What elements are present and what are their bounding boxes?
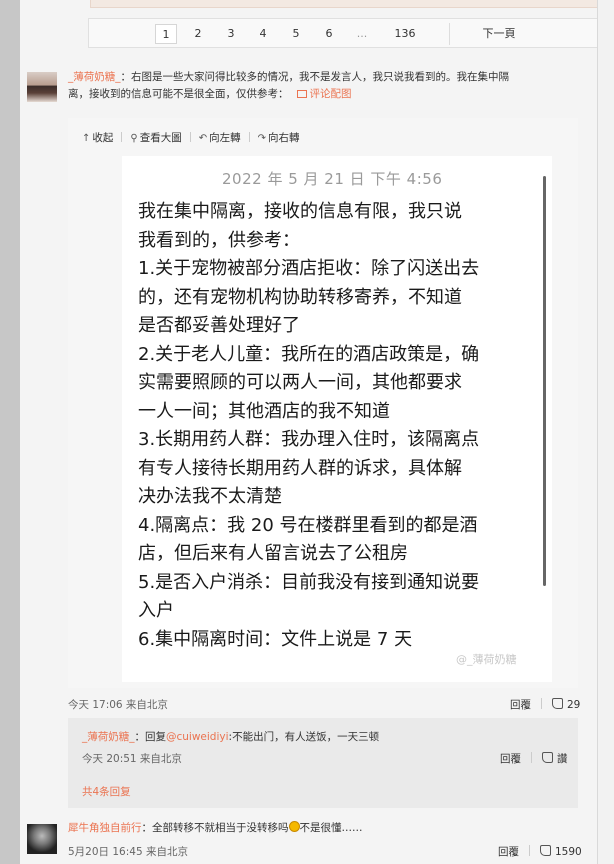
reply-button[interactable]: 回覆 bbox=[510, 699, 531, 711]
comment-body-line1: ：右图是一些大家问得比较多的情况，我不是发言人，我只说我看到的。我在集中隔 bbox=[120, 71, 510, 83]
comment-username[interactable]: _薄荷奶糖_ bbox=[68, 71, 121, 83]
reply-reply-button[interactable]: 回覆 bbox=[500, 753, 521, 765]
message-line: 实需要照顾的可以两人一间，其他都要求 bbox=[138, 372, 462, 393]
comment-body: ：全部转移不就相当于没转移吗 bbox=[141, 822, 289, 834]
message-line: 的，还有宠物机构协助转移寄养，不知道 bbox=[138, 286, 462, 308]
message-line: 我在集中隔离，接收的信息有限，我只说 bbox=[138, 201, 462, 222]
comment-body-line2: 离，接收到的信息可能不是很全面，仅供参考： bbox=[68, 88, 289, 100]
message-line: 2.关于老人儿童：我所在的酒店政策是，确 bbox=[138, 343, 480, 365]
comment-image[interactable]: 2022 年 5 月 21 日 下午 4:56 我在集中隔离，接收的信息有限，我… bbox=[122, 156, 552, 682]
view-large-label: 查看大圖 bbox=[139, 132, 182, 144]
comment-text: _薄荷奶糖_：右图是一些大家问得比较多的情况，我不是发言人，我只说我看到的。我在… bbox=[68, 69, 568, 103]
like-count[interactable]: 1590 bbox=[555, 846, 582, 858]
reply-item: _薄荷奶糖_：回复@cuiweidiyi:不能出门，有人送饭，一天三顿 bbox=[82, 729, 379, 744]
thumbs-up-icon[interactable] bbox=[540, 845, 551, 856]
screenshot-message: 我在集中隔离，接收的信息有限，我只说 我看到的，供参考： 1.关于宠物被部分酒店… bbox=[138, 198, 538, 654]
pagination: 1 2 3 4 5 6 ... 136 下一頁 bbox=[88, 18, 597, 48]
comment-actions: 回覆 1590 bbox=[498, 844, 582, 859]
toolbar-divider bbox=[189, 132, 191, 142]
upside-down-face-emoji-icon bbox=[288, 821, 300, 832]
message-line: 店，但后来有人留言说去了公租房 bbox=[138, 543, 408, 564]
rotate-right-label: 向右轉 bbox=[268, 132, 300, 144]
page-5-link[interactable]: 5 bbox=[286, 24, 306, 44]
toolbar-divider bbox=[248, 132, 250, 142]
rotate-left-icon: ↶ bbox=[198, 133, 208, 144]
reply-meta: 今天 20:51 来自北京 bbox=[82, 753, 182, 765]
collapse-button[interactable]: ↑ 收起 bbox=[82, 130, 113, 145]
top-strip bbox=[90, 0, 597, 8]
message-line: 入户 bbox=[138, 600, 174, 621]
comment-text: 犀牛角独自前行：全部转移不就相当于没转移吗 不是很懂…… bbox=[68, 820, 363, 835]
image-icon bbox=[296, 90, 307, 98]
page-scrollbar[interactable] bbox=[597, 0, 614, 864]
message-line: 3.长期用药人群：我办理入住时，该隔离点 bbox=[138, 429, 480, 450]
like-count[interactable]: 29 bbox=[567, 699, 580, 711]
avatar[interactable] bbox=[27, 824, 57, 854]
next-page-link[interactable]: 下一頁 bbox=[469, 24, 529, 44]
message-line: 决办法我不太清楚 bbox=[138, 486, 282, 507]
action-divider bbox=[529, 845, 530, 856]
message-line: 一人一间；其他酒店的我不知道 bbox=[138, 400, 390, 422]
reply-prefix: ：回复 bbox=[134, 731, 167, 743]
more-replies-link[interactable]: 共4条回复 bbox=[82, 784, 131, 799]
message-line: 是否都妥善处理好了 bbox=[138, 315, 300, 336]
message-line: 1.关于宠物被部分酒店拒收：除了闪送出去 bbox=[138, 258, 480, 279]
image-scrollbar bbox=[543, 176, 546, 586]
reply-like-button[interactable]: 讚 bbox=[557, 753, 568, 765]
reply-list: _薄荷奶糖_：回复@cuiweidiyi:不能出门，有人送饭，一天三顿 今天 2… bbox=[68, 718, 578, 808]
rotate-right-icon: ↷ bbox=[257, 133, 266, 144]
page-ellipsis: ... bbox=[356, 27, 368, 40]
page-4-link[interactable]: 4 bbox=[253, 24, 273, 44]
reply-username[interactable]: _薄荷奶糖_ bbox=[82, 731, 135, 743]
avatar[interactable] bbox=[27, 72, 57, 102]
arrow-up-icon: ↑ bbox=[82, 133, 91, 144]
rotate-left-label: 向左轉 bbox=[209, 132, 241, 144]
comment-username[interactable]: 犀牛角独自前行 bbox=[68, 822, 142, 834]
page-6-link[interactable]: 6 bbox=[319, 24, 339, 44]
action-divider bbox=[541, 698, 542, 709]
search-icon: ⚲ bbox=[130, 133, 138, 144]
thumbs-up-icon[interactable] bbox=[542, 752, 553, 763]
thumbs-up-icon[interactable] bbox=[552, 698, 563, 709]
reply-actions: 回覆 讚 bbox=[500, 751, 568, 766]
image-watermark: @_薄荷奶糖 bbox=[456, 653, 517, 666]
page-1-link[interactable]: 1 bbox=[155, 24, 177, 44]
view-large-button[interactable]: ⚲ 查看大圖 bbox=[130, 130, 181, 145]
reply-button[interactable]: 回覆 bbox=[498, 846, 519, 858]
collapse-label: 收起 bbox=[92, 132, 114, 144]
action-divider bbox=[531, 752, 532, 763]
rotate-right-button[interactable]: ↷ 向右轉 bbox=[258, 130, 300, 145]
message-line: 有专人接待长期用药人群的诉求，具体解 bbox=[138, 457, 462, 479]
comment-image-link[interactable]: 评论配图 bbox=[310, 88, 352, 100]
reply-mention[interactable]: @cuiweidiyi bbox=[166, 731, 229, 743]
message-line: 4.隔离点：我 20 号在楼群里看到的都是酒 bbox=[138, 514, 478, 536]
message-line: 我看到的，供参考： bbox=[138, 229, 300, 251]
comment-meta: 今天 17:06 来自北京 bbox=[68, 699, 168, 711]
toolbar-divider bbox=[121, 132, 123, 142]
page-136-link[interactable]: 136 bbox=[388, 24, 422, 44]
page-3-link[interactable]: 3 bbox=[221, 24, 241, 44]
message-line: 6.集中隔离时间：文件上说是 7 天 bbox=[138, 628, 413, 650]
pagination-divider bbox=[449, 23, 450, 45]
page-2-link[interactable]: 2 bbox=[188, 24, 208, 44]
message-line: 5.是否入户消杀：目前我没有接到通知说要 bbox=[138, 571, 480, 593]
comment-actions: 回覆 29 bbox=[510, 697, 580, 712]
screenshot-date: 2022 年 5 月 21 日 下午 4:56 bbox=[222, 170, 443, 188]
comment-meta: 5月20日 16:45 来自北京 bbox=[68, 846, 188, 858]
comment-body-end: 不是很懂…… bbox=[299, 822, 363, 834]
image-toolbar: ↑ 收起 ⚲ 查看大圖 ↶ 向左轉 ↷ 向右轉 bbox=[82, 130, 308, 145]
rotate-left-button[interactable]: ↶ 向左轉 bbox=[199, 130, 241, 145]
reply-body: :不能出门，有人送饭，一天三顿 bbox=[228, 731, 380, 743]
